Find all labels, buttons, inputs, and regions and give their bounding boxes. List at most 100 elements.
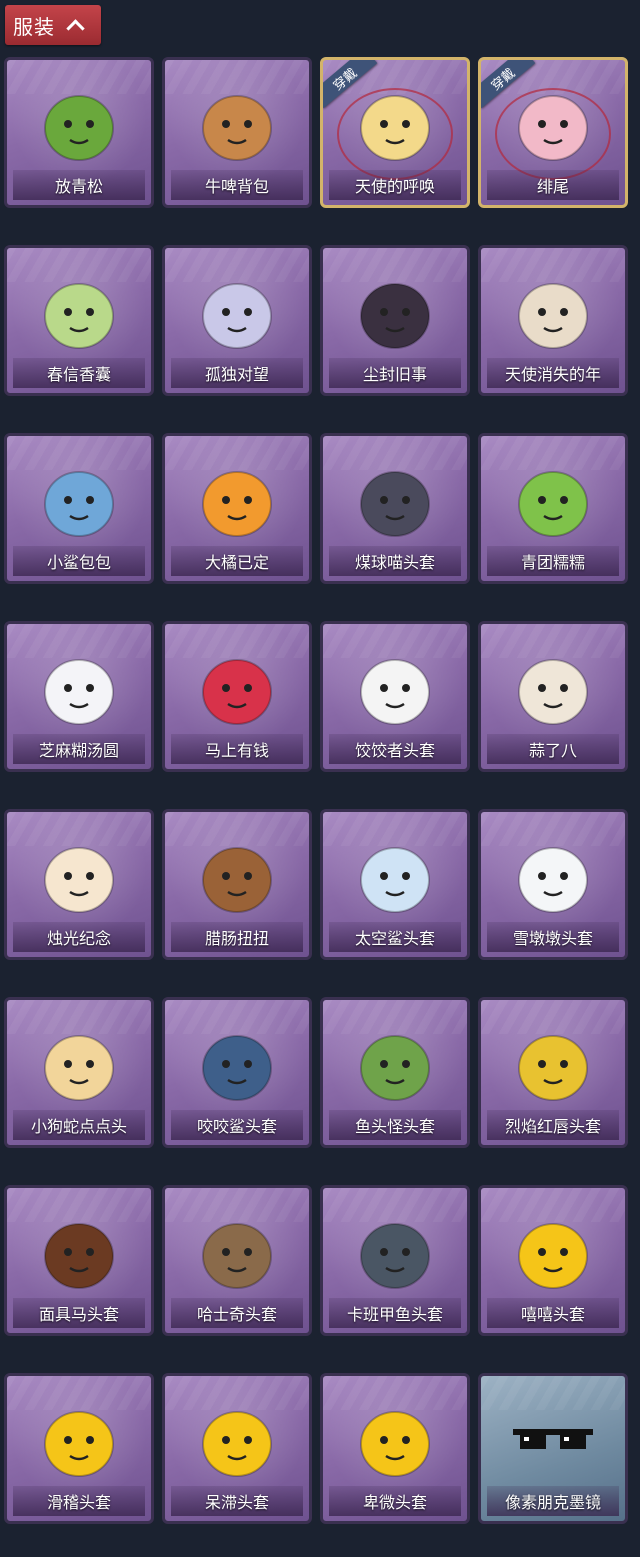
outfit-name: 嘻嘻头套 [520, 1305, 585, 1324]
card-label-bar: 放青松 [13, 170, 145, 200]
outfit-card[interactable]: 青团糯糯 [478, 433, 628, 584]
angel-doll-icon [508, 266, 598, 356]
snake-icon [34, 1018, 124, 1108]
snowman-icon [508, 830, 598, 920]
card-label-bar: 面具马头套 [13, 1298, 145, 1328]
outfit-name: 青团糯糯 [520, 553, 585, 572]
card-label-bar: 哈士奇头套 [171, 1298, 303, 1328]
outfit-name: 天使消失的年 [504, 365, 601, 384]
card-label-bar: 天使消失的年 [487, 358, 619, 388]
horse-mask-icon [34, 1206, 124, 1296]
outfit-name: 像素朋克墨镜 [504, 1493, 601, 1512]
outfit-name: 放青松 [54, 177, 103, 196]
card-label-bar: 卡班甲鱼头套 [329, 1298, 461, 1328]
outfit-card[interactable]: 马上有钱 [162, 621, 312, 772]
card-label-bar: 烈焰红唇头套 [487, 1110, 619, 1140]
shy-emoji-icon [350, 1394, 440, 1484]
rice-ball-icon [34, 642, 124, 732]
prince-doll-icon [350, 266, 440, 356]
card-label-bar: 大橘已定 [171, 546, 303, 576]
shark-head-icon [192, 1018, 282, 1108]
fox-girl-icon [508, 78, 598, 168]
stare-emoji-icon [192, 1394, 282, 1484]
card-label-bar: 煤球喵头套 [329, 546, 461, 576]
outfit-card[interactable]: 像素朋克墨镜 [478, 1373, 628, 1524]
outfit-card[interactable]: 春信香囊 [4, 245, 154, 396]
outfit-card[interactable]: 穿戴 绯尾 [478, 57, 628, 208]
outfit-card[interactable]: 烛光纪念 [4, 809, 154, 960]
card-label-bar: 鱼头怪头套 [329, 1110, 461, 1140]
card-label-bar: 雪墩墩头套 [487, 922, 619, 952]
outfit-card[interactable]: 小鲨包包 [4, 433, 154, 584]
outfit-card[interactable]: 孤独对望 [162, 245, 312, 396]
outfit-name: 腊肠扭扭 [204, 929, 269, 948]
outfit-name: 咬咬鲨头套 [196, 1117, 277, 1136]
outfit-card[interactable]: 尘封旧事 [320, 245, 470, 396]
outfit-name: 小鲨包包 [46, 553, 111, 572]
outfit-card[interactable]: 芝麻糊汤圆 [4, 621, 154, 772]
card-label-bar: 小鲨包包 [13, 546, 145, 576]
outfit-card[interactable]: 太空鲨头套 [320, 809, 470, 960]
outfit-card[interactable]: 嘻嘻头套 [478, 1185, 628, 1336]
card-label-bar: 孤独对望 [171, 358, 303, 388]
orange-icon [192, 454, 282, 544]
card-label-bar: 嘻嘻头套 [487, 1298, 619, 1328]
card-label-bar: 饺饺者头套 [329, 734, 461, 764]
outfit-card[interactable]: 卡班甲鱼头套 [320, 1185, 470, 1336]
outfit-name: 尘封旧事 [362, 365, 427, 384]
card-label-bar: 天使的呼唤 [329, 170, 461, 200]
card-label-bar: 腊肠扭扭 [171, 922, 303, 952]
outfit-name: 烈焰红唇头套 [504, 1117, 601, 1136]
outfit-card[interactable]: 大橘已定 [162, 433, 312, 584]
card-label-bar: 滑稽头套 [13, 1486, 145, 1516]
card-label-bar: 马上有钱 [171, 734, 303, 764]
bonsai-icon [34, 78, 124, 168]
outfit-card[interactable]: 滑稽头套 [4, 1373, 154, 1524]
outfit-card[interactable]: 雪墩墩头套 [478, 809, 628, 960]
outfit-card[interactable]: 鱼头怪头套 [320, 997, 470, 1148]
turtle-head-icon [350, 1206, 440, 1296]
outfit-name: 绯尾 [536, 177, 569, 196]
outfit-name: 芝麻糊汤圆 [38, 741, 119, 760]
outfit-card[interactable]: 咬咬鲨头套 [162, 997, 312, 1148]
outfit-card[interactable]: 穿戴 天使的呼唤 [320, 57, 470, 208]
outfit-card[interactable]: 卑微头套 [320, 1373, 470, 1524]
outfit-card[interactable]: 煤球喵头套 [320, 433, 470, 584]
husky-icon [192, 1206, 282, 1296]
card-label-bar: 呆滞头套 [171, 1486, 303, 1516]
shark-bag-icon [34, 454, 124, 544]
outfit-name: 春信香囊 [46, 365, 111, 384]
card-label-bar: 卑微头套 [329, 1486, 461, 1516]
card-label-bar: 蒜了八 [487, 734, 619, 764]
horse-head-icon [192, 642, 282, 732]
outfit-card[interactable]: 蒜了八 [478, 621, 628, 772]
outfit-card[interactable]: 呆滞头套 [162, 1373, 312, 1524]
outfit-card[interactable]: 放青松 [4, 57, 154, 208]
outfit-card[interactable]: 腊肠扭扭 [162, 809, 312, 960]
outfit-card[interactable]: 饺饺者头套 [320, 621, 470, 772]
outfit-name: 饺饺者头套 [354, 741, 435, 760]
outfit-card[interactable]: 牛啤背包 [162, 57, 312, 208]
grin-emoji-icon [508, 1206, 598, 1296]
outfit-toggle-button[interactable]: 服装 [5, 5, 101, 45]
outfit-name: 卡班甲鱼头套 [346, 1305, 443, 1324]
outfit-card[interactable]: 哈士奇头套 [162, 1185, 312, 1336]
outfit-card[interactable]: 天使消失的年 [478, 245, 628, 396]
outfit-name: 呆滞头套 [204, 1493, 269, 1512]
sachet-icon [34, 266, 124, 356]
outfit-name: 烛光纪念 [46, 929, 111, 948]
outfit-name: 大橘已定 [204, 553, 269, 572]
card-label-bar: 尘封旧事 [329, 358, 461, 388]
outfit-name: 天使的呼唤 [354, 177, 435, 196]
outfit-name: 牛啤背包 [204, 177, 269, 196]
outfit-name: 马上有钱 [204, 741, 269, 760]
outfit-toggle-label: 服装 [13, 14, 55, 39]
outfit-card[interactable]: 烈焰红唇头套 [478, 997, 628, 1148]
outfit-card[interactable]: 面具马头套 [4, 1185, 154, 1336]
card-label-bar: 咬咬鲨头套 [171, 1110, 303, 1140]
outfit-name: 孤独对望 [204, 365, 269, 384]
outfit-name: 蒜了八 [528, 741, 577, 760]
outfit-grid: 放青松 牛啤背包 穿戴 天使的呼唤 穿戴 绯尾春信香囊 孤独对望 尘封旧事 天使消失的年小鲨包包… [4, 57, 636, 1524]
outfit-card[interactable]: 小狗蛇点点头 [4, 997, 154, 1148]
outfit-name: 小狗蛇点点头 [30, 1117, 127, 1136]
